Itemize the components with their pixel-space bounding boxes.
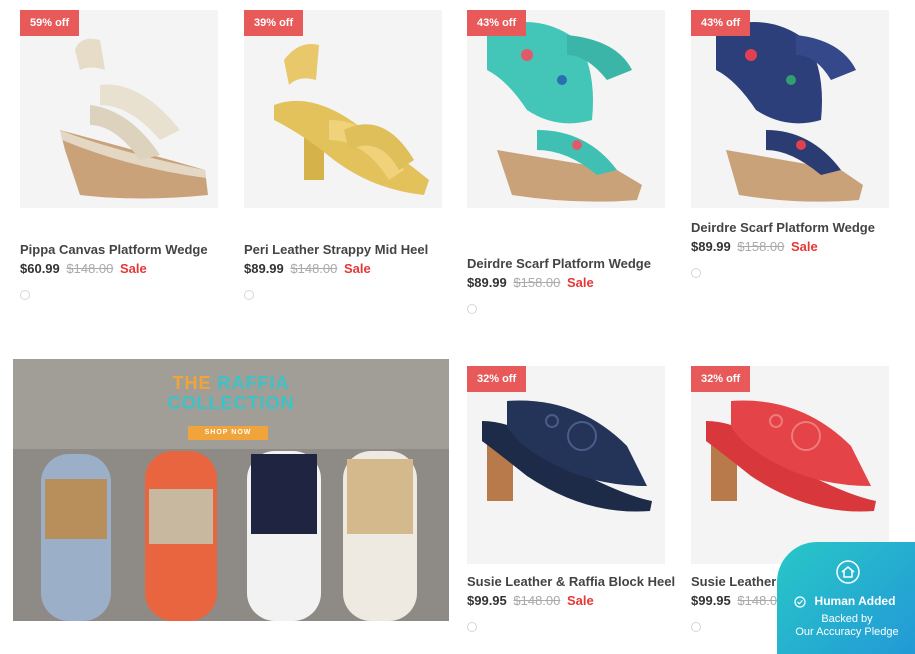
- original-price: $158.00: [737, 239, 785, 254]
- trust-line-2: Our Accuracy Pledge: [795, 626, 899, 638]
- trust-title: Human Added: [814, 594, 896, 608]
- product-image-link[interactable]: 59% off: [20, 10, 218, 208]
- home-icon: [836, 560, 860, 584]
- color-swatch[interactable]: [691, 268, 701, 278]
- original-price: $158.00: [513, 275, 561, 290]
- navy-block-heel-mule-image: [482, 400, 652, 512]
- wedge-sandal-image: [60, 38, 208, 199]
- product-image-link[interactable]: 39% off: [244, 10, 442, 208]
- original-price: $148.00: [290, 261, 338, 276]
- product-name[interactable]: Deirdre Scarf Platform Wedge: [691, 220, 889, 235]
- discount-badge: 59% off: [20, 10, 80, 36]
- color-swatch[interactable]: [691, 622, 701, 632]
- discount-badge: 32% off: [467, 366, 527, 392]
- product-card[interactable]: 43% off Deirdre Scarf Platform Wedge $89…: [691, 10, 889, 278]
- product-image-link[interactable]: 32% off: [691, 366, 889, 564]
- red-block-heel-mule-image: [706, 400, 876, 512]
- product-price: $60.99: [20, 261, 60, 276]
- teal-scarf-wedge-image: [487, 22, 642, 202]
- color-swatch[interactable]: [467, 304, 477, 314]
- product-image-link[interactable]: 43% off: [691, 10, 889, 208]
- product-card[interactable]: 39% off Peri Leather Strappy Mid Heel $8…: [244, 10, 442, 300]
- original-price: $148.00: [66, 261, 114, 276]
- banner-title-word: RAFFIA: [217, 373, 290, 393]
- discount-badge: 32% off: [691, 366, 751, 392]
- product-card[interactable]: 32% off Susie Leather & Raffia Block Hee…: [467, 366, 675, 632]
- color-swatch[interactable]: [467, 622, 477, 632]
- color-swatch[interactable]: [20, 290, 30, 300]
- sale-label: Sale: [120, 261, 147, 276]
- raffia-collection-banner[interactable]: THE RAFFIA COLLECTION SHOP NOW: [13, 359, 449, 621]
- discount-badge: 39% off: [244, 10, 304, 36]
- discount-badge: 43% off: [467, 10, 527, 36]
- product-image-link[interactable]: 43% off: [467, 10, 665, 208]
- product-image-link[interactable]: 32% off: [467, 366, 665, 564]
- sale-label: Sale: [791, 239, 818, 254]
- product-card[interactable]: 59% off Pippa Canvas Platform Wedge $60.…: [20, 10, 218, 300]
- banner-title-line2: COLLECTION: [167, 393, 295, 413]
- product-price: $99.95: [691, 593, 731, 608]
- product-name[interactable]: Deirdre Scarf Platform Wedge: [467, 256, 665, 271]
- product-name[interactable]: Pippa Canvas Platform Wedge: [20, 242, 218, 257]
- product-price: $89.99: [467, 275, 507, 290]
- banner-title-accent: THE: [172, 373, 212, 393]
- accuracy-pledge-badge[interactable]: Human Added Backed by Our Accuracy Pledg…: [777, 542, 915, 654]
- trust-line-1: Backed by: [821, 613, 873, 625]
- color-swatch[interactable]: [244, 290, 254, 300]
- original-price: $148.00: [513, 593, 561, 608]
- discount-badge: 43% off: [691, 10, 751, 36]
- navy-scarf-wedge-image: [716, 22, 863, 202]
- product-card[interactable]: 43% off Deirdre Scarf Platform Wedge $89…: [467, 10, 665, 314]
- banner-title: THE RAFFIA: [13, 373, 449, 394]
- shop-now-button[interactable]: SHOP NOW: [188, 426, 268, 440]
- product-price: $89.99: [244, 261, 284, 276]
- product-price: $89.99: [691, 239, 731, 254]
- product-price: $99.95: [467, 593, 507, 608]
- product-name[interactable]: Susie Leather & Raffia Block Heel: [467, 574, 675, 589]
- sale-label: Sale: [567, 593, 594, 608]
- product-name[interactable]: Peri Leather Strappy Mid Heel: [244, 242, 442, 257]
- sale-label: Sale: [567, 275, 594, 290]
- sale-label: Sale: [344, 261, 371, 276]
- gold-heel-sandal-image: [274, 44, 429, 195]
